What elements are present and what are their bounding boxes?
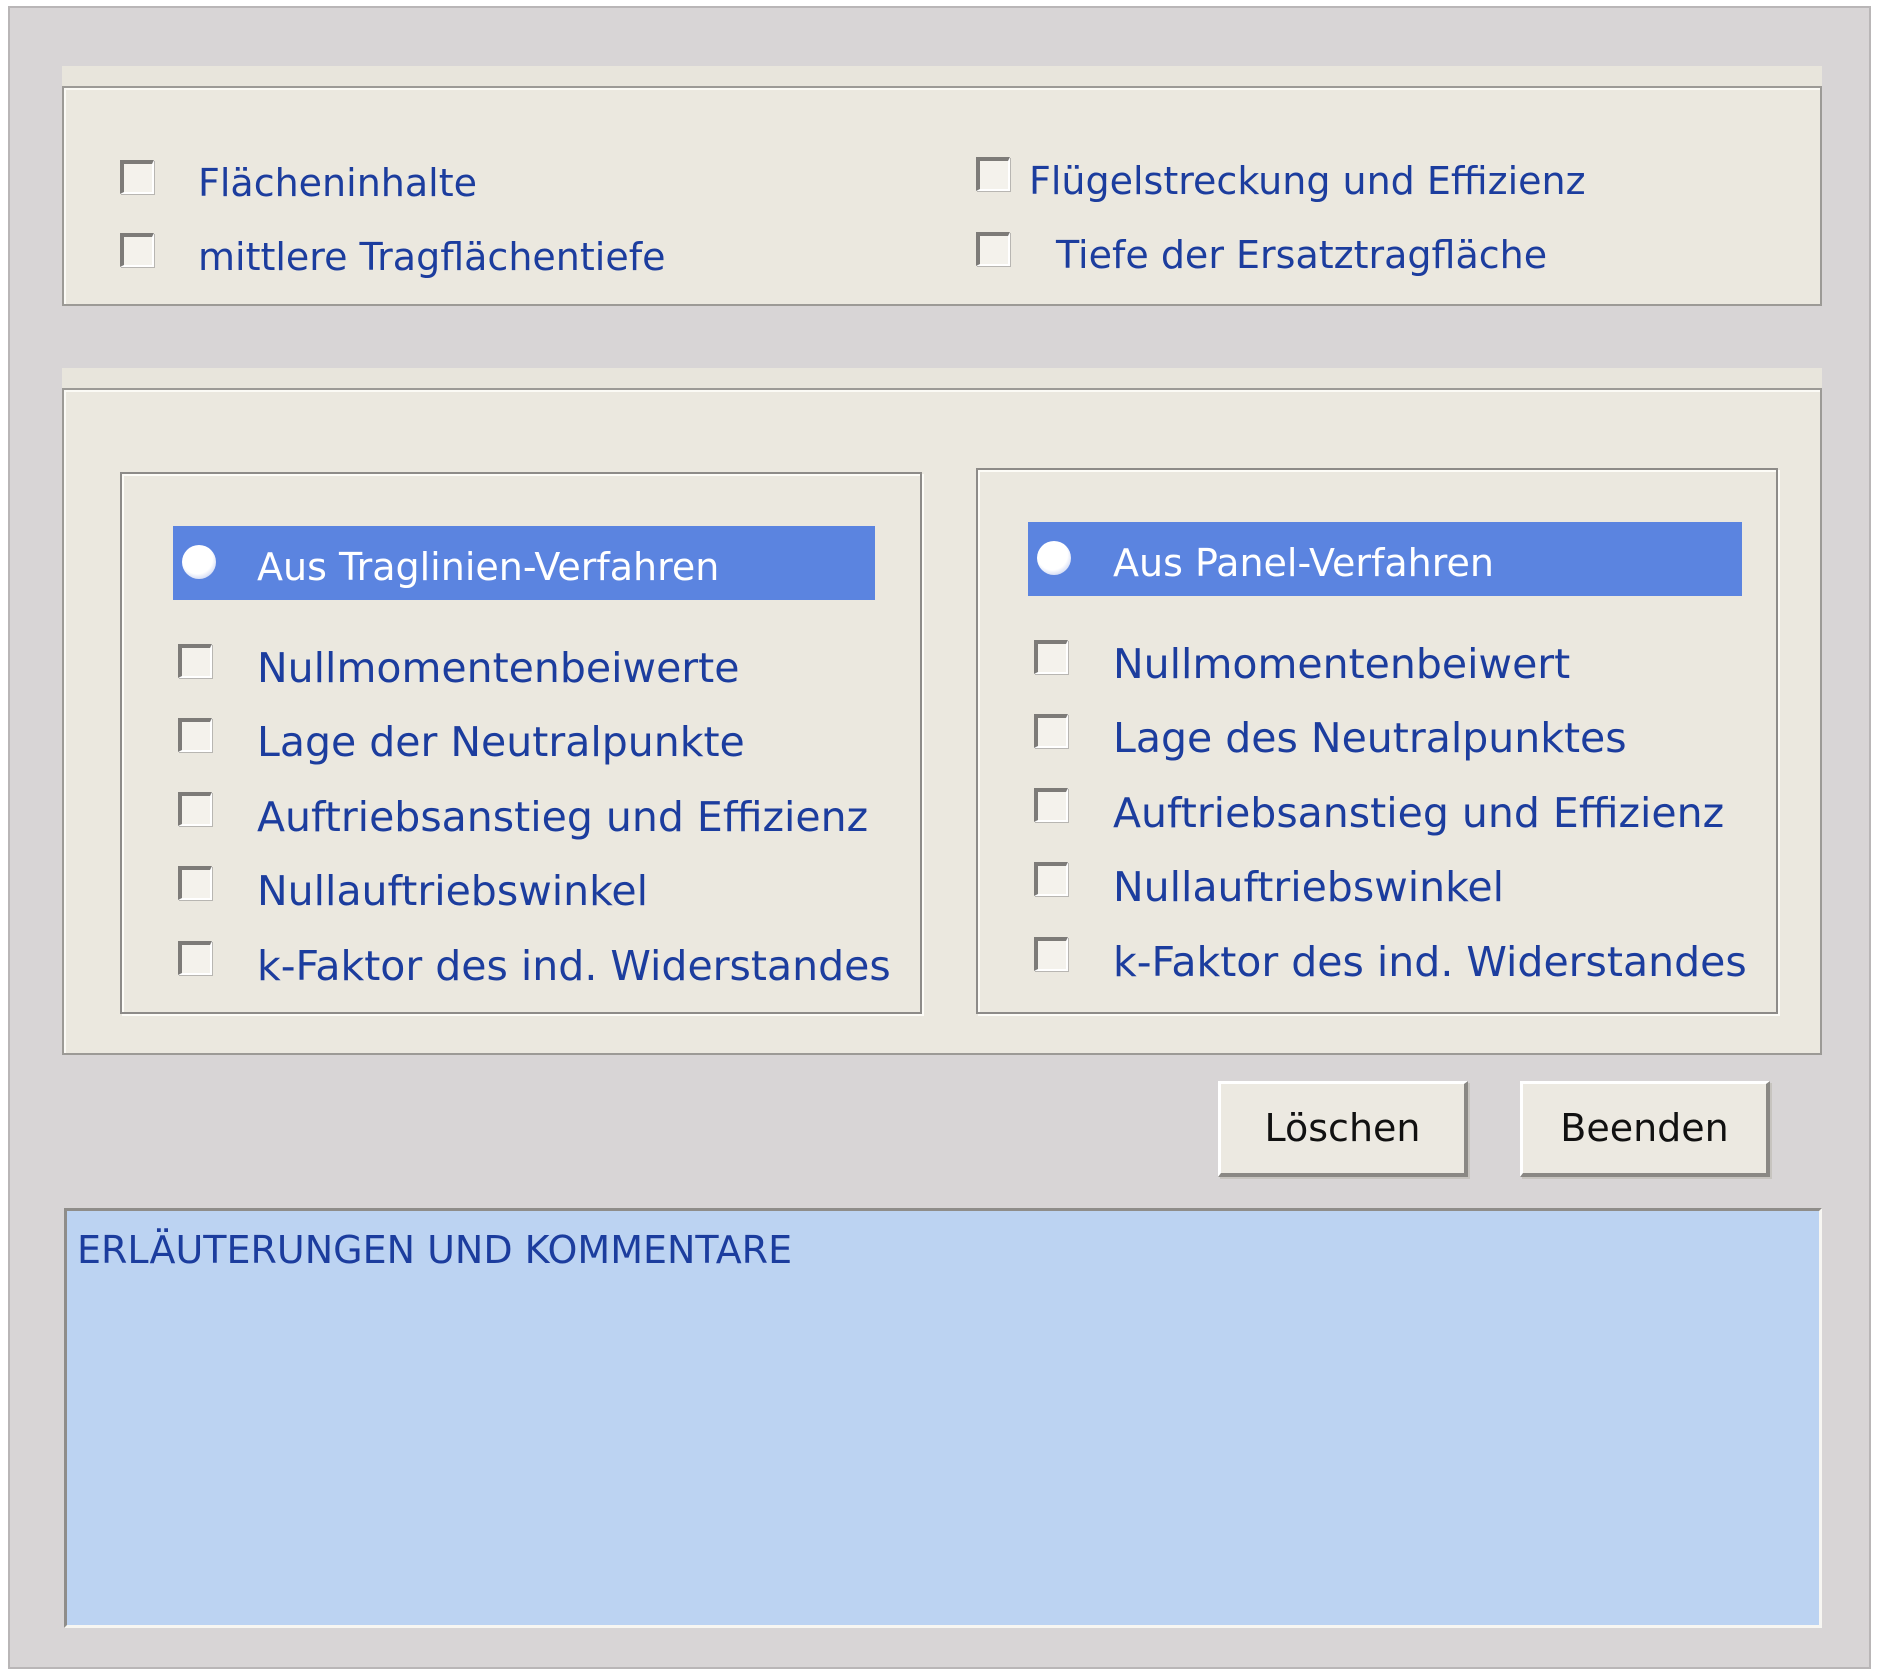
checkbox-right-nullmomentenbeiwert[interactable] <box>1034 640 1068 674</box>
label-left-auftriebsanstieg: Auftriebsanstieg und Effizienz <box>257 793 869 841</box>
label-right-lage-neutralpunktes: Lage des Neutralpunktes <box>1113 714 1627 762</box>
checkbox-right-lage-neutralpunktes[interactable] <box>1034 714 1068 748</box>
checkbox-right-k-faktor[interactable] <box>1034 937 1068 971</box>
checkbox-tiefe-ersatztragflaeche[interactable] <box>976 232 1010 266</box>
label-right-nullauftriebswinkel: Nullauftriebswinkel <box>1113 863 1505 911</box>
label-left-nullmomentenbeiwerte: Nullmomentenbeiwerte <box>257 644 740 692</box>
checkbox-left-k-faktor[interactable] <box>178 941 212 975</box>
label-right-nullmomentenbeiwert: Nullmomentenbeiwert <box>1113 640 1571 688</box>
checkbox-flaecheninhalte[interactable] <box>120 160 154 194</box>
label-fluegelstreckung: Flügelstreckung und Effizienz <box>1029 159 1586 203</box>
clear-button[interactable]: Löschen <box>1218 1081 1468 1177</box>
checkbox-mittlere-tragflaechentiefe[interactable] <box>120 233 154 267</box>
checkbox-left-nullmomentenbeiwerte[interactable] <box>178 644 212 678</box>
checkbox-right-auftriebsanstieg[interactable] <box>1034 788 1068 822</box>
checkbox-fluegelstreckung[interactable] <box>976 157 1010 191</box>
checkbox-left-auftriebsanstieg[interactable] <box>178 792 212 826</box>
label-mittlere-tragflaechentiefe: mittlere Tragflächentiefe <box>198 235 666 279</box>
radio-traglinien-label: Aus Traglinien-Verfahren <box>257 545 720 589</box>
exit-button[interactable]: Beenden <box>1520 1081 1770 1177</box>
comments-title: ERLÄUTERUNGEN UND KOMMENTARE <box>77 1228 793 1272</box>
label-right-auftriebsanstieg: Auftriebsanstieg und Effizienz <box>1113 789 1725 837</box>
comments-textarea[interactable]: ERLÄUTERUNGEN UND KOMMENTARE <box>64 1208 1822 1628</box>
label-right-k-faktor: k-Faktor des ind. Widerstandes <box>1113 938 1747 986</box>
label-left-k-faktor: k-Faktor des ind. Widerstandes <box>257 942 891 990</box>
radio-selected-icon <box>182 545 216 579</box>
label-left-nullauftriebswinkel: Nullauftriebswinkel <box>257 867 649 915</box>
checkbox-right-nullauftriebswinkel[interactable] <box>1034 862 1068 896</box>
label-tiefe-ersatztragflaeche: Tiefe der Ersatztragfläche <box>1056 233 1548 277</box>
radio-panel-label: Aus Panel-Verfahren <box>1113 541 1495 585</box>
checkbox-left-nullauftriebswinkel[interactable] <box>178 866 212 900</box>
label-left-lage-neutralpunkte: Lage der Neutralpunkte <box>257 718 745 766</box>
radio-selected-icon <box>1037 541 1071 575</box>
label-flaecheninhalte: Flächeninhalte <box>198 161 477 205</box>
checkbox-left-lage-neutralpunkte[interactable] <box>178 718 212 752</box>
